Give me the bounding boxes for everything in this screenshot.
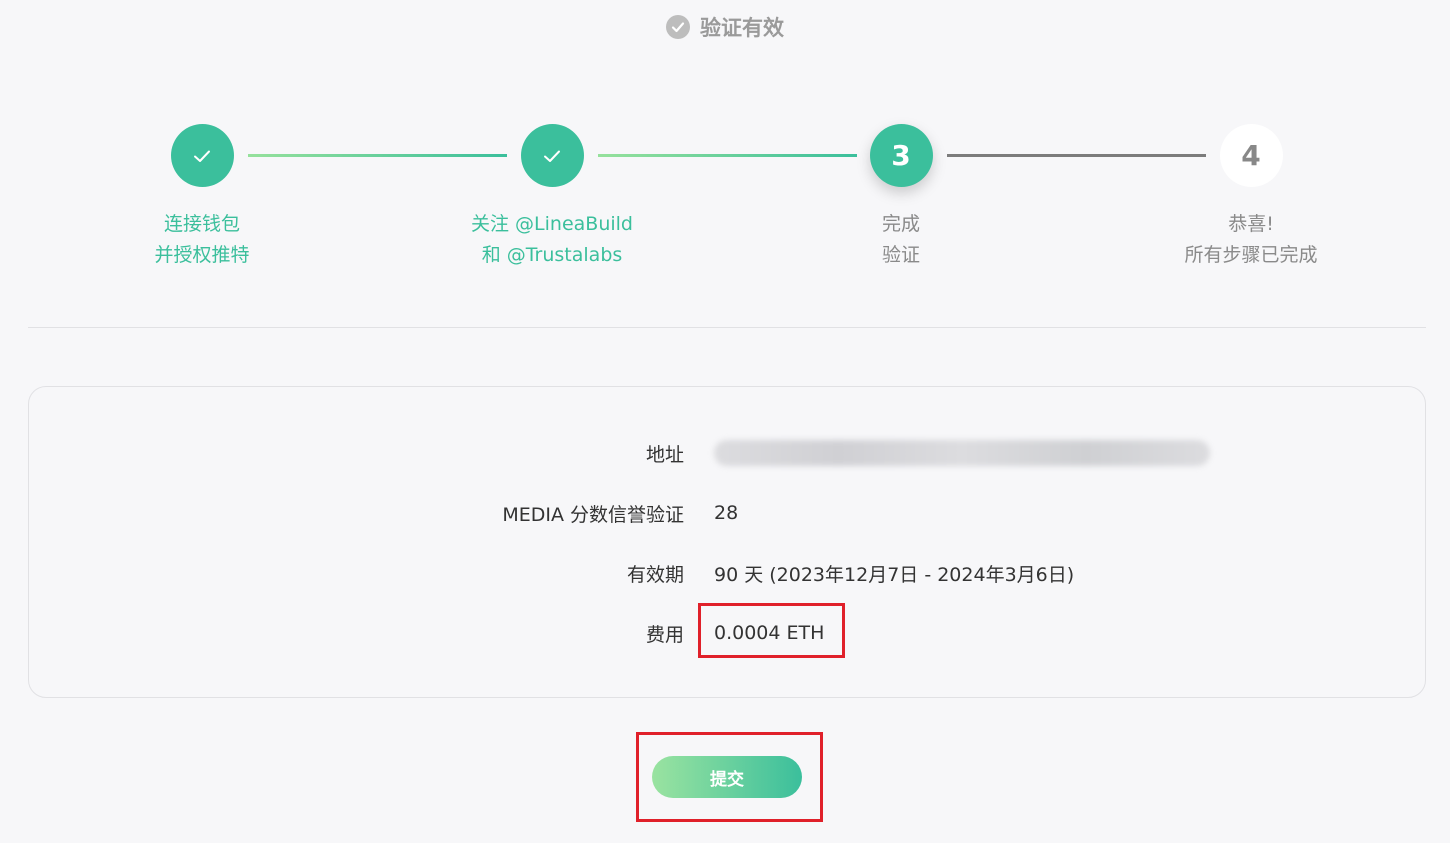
checkmark-icon: [170, 124, 234, 187]
step-label-line1: 恭喜!: [1228, 213, 1274, 235]
step-number: 3: [869, 124, 933, 187]
progress-stepper: 连接钱包 并授权推特 关注 @LineaBuild 和 @Trustalabs …: [0, 124, 1450, 284]
section-divider: [28, 327, 1426, 328]
step-label-line2: 和 @Trustalabs: [481, 244, 623, 266]
check-circle-icon: [666, 15, 690, 39]
step-verify: 3 完成 验证: [781, 124, 1021, 271]
verification-status: 验证有效: [0, 12, 1450, 42]
validity-row: 有效期 90 天 (2023年12月7日 - 2024年3月6日): [29, 553, 1427, 593]
fee-label: 费用: [645, 623, 684, 646]
step-label-line2: 验证: [881, 244, 920, 266]
step-connect-wallet: 连接钱包 并授权推特: [82, 124, 322, 271]
address-label: 地址: [645, 443, 684, 466]
step-label-line1: 连接钱包: [163, 213, 240, 235]
validity-value: 90 天 (2023年12月7日 - 2024年3月6日): [714, 563, 1075, 586]
submit-button[interactable]: 提交: [652, 756, 802, 798]
step-label-line2: 并授权推特: [154, 244, 250, 266]
status-title: 验证有效: [700, 16, 784, 40]
checkmark-icon: [520, 124, 584, 187]
score-row: MEDIA 分数信誉验证 28: [29, 493, 1427, 533]
fee-highlight-box: [698, 603, 845, 658]
score-label: MEDIA 分数信誉验证: [502, 503, 684, 526]
step-label-line2: 所有步骤已完成: [1184, 244, 1318, 266]
validity-label: 有效期: [626, 563, 684, 586]
step-complete: 4 恭喜! 所有步骤已完成: [1131, 124, 1371, 271]
step-label-line1: 完成: [881, 213, 920, 235]
score-value: 28: [714, 502, 739, 524]
step-follow-accounts: 关注 @LineaBuild 和 @Trustalabs: [432, 124, 672, 271]
address-row: 地址: [29, 433, 1427, 473]
address-value-redacted: [714, 440, 1210, 466]
step-label-line1: 关注 @LineaBuild: [471, 213, 633, 235]
step-number: 4: [1219, 124, 1283, 187]
